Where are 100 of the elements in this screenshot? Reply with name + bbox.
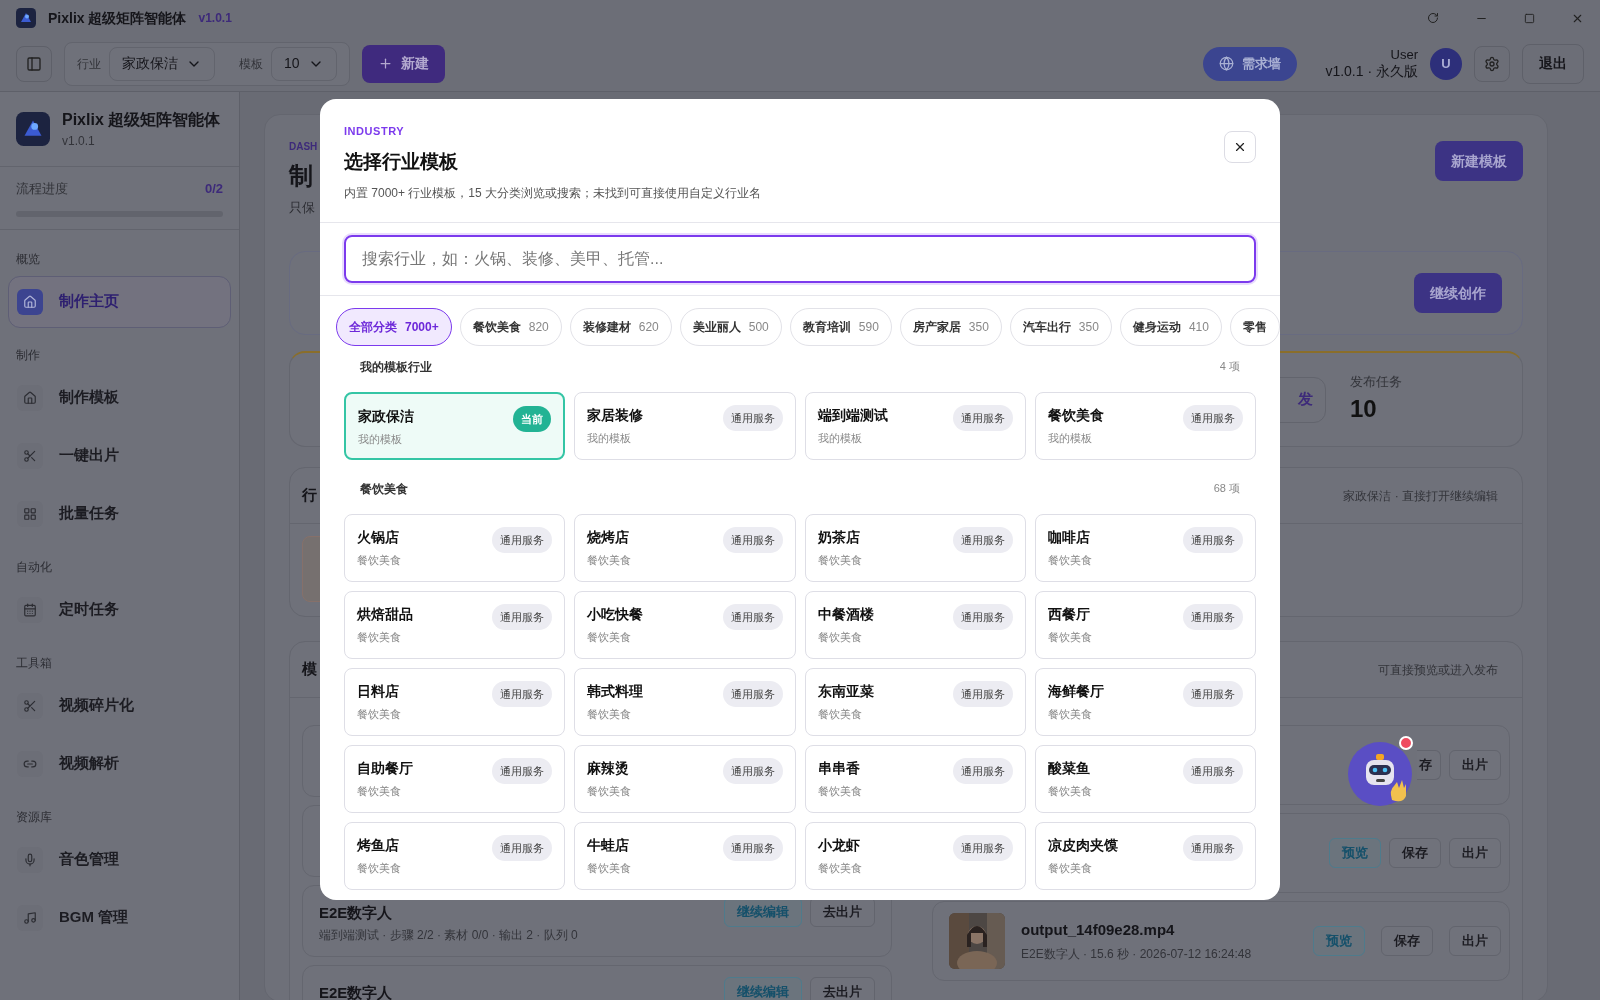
industry-tag: 通用服务 xyxy=(492,527,553,553)
template-dropdown[interactable]: 10 xyxy=(271,46,337,81)
industry-category: 餐饮美食 xyxy=(587,861,632,876)
industry-card[interactable]: 串串香 餐饮美食 通用服务 xyxy=(804,745,1026,813)
category-chip[interactable]: 零售 xyxy=(1229,308,1280,346)
industry-category: 餐饮美食 xyxy=(587,553,632,568)
continue-button[interactable]: 继续创作 xyxy=(1414,273,1502,313)
industry-tag: 通用服务 xyxy=(722,681,783,707)
industry-tag: 通用服务 xyxy=(492,758,553,784)
industry-tag: 通用服务 xyxy=(1183,604,1243,630)
industry-card[interactable]: 烘焙甜品 餐饮美食 通用服务 xyxy=(344,591,566,659)
stat-label: 发布任务 xyxy=(1350,372,1402,391)
dashboard-eyebrow: DASH xyxy=(289,140,318,154)
industry-card[interactable]: 自助餐厅 餐饮美食 通用服务 xyxy=(344,745,566,813)
industry-name: 端到端测试 xyxy=(817,406,888,425)
industry-tag: 当前 xyxy=(513,406,552,432)
sidebar-toggle-button[interactable] xyxy=(16,45,52,82)
demand-wall-button[interactable]: 需求墙 xyxy=(1203,46,1298,81)
category-chip[interactable]: 美业丽人 500 xyxy=(679,308,782,346)
new-template-button[interactable]: 新建模板 xyxy=(1435,141,1523,181)
industry-category: 餐饮美食 xyxy=(1047,861,1093,876)
industry-card[interactable]: 烤鱼店 餐饮美食 通用服务 xyxy=(344,822,566,890)
card-title: 行 xyxy=(302,485,317,506)
maximize-icon[interactable] xyxy=(1524,12,1535,24)
industry-card[interactable]: 火锅店 餐饮美食 通用服务 xyxy=(344,514,566,582)
close-button[interactable] xyxy=(1224,131,1256,163)
industry-card[interactable]: 咖啡店 餐饮美食 通用服务 xyxy=(1034,514,1256,582)
category-chip[interactable]: 装修建材 620 xyxy=(569,308,672,346)
close-icon xyxy=(1233,140,1247,154)
output-filename: output_14f09e28.mp4 xyxy=(1021,919,1176,940)
industry-card[interactable]: 端到端测试 我的模板 通用服务 xyxy=(804,392,1026,460)
industry-name: 酸菜鱼 xyxy=(1047,759,1091,778)
industry-card[interactable]: 海鲜餐厅 餐饮美食 通用服务 xyxy=(1034,668,1256,736)
output-action-button[interactable]: 出片 xyxy=(1449,926,1501,956)
category-chip[interactable]: 汽车出行 350 xyxy=(1009,308,1112,346)
industry-card[interactable]: 中餐酒楼 餐饮美食 通用服务 xyxy=(804,591,1026,659)
industry-tag: 通用服务 xyxy=(1183,681,1243,707)
industry-card[interactable]: 西餐厅 餐饮美食 通用服务 xyxy=(1034,591,1256,659)
output-action-button[interactable]: 出片 xyxy=(1449,838,1501,868)
new-button[interactable]: 新建 xyxy=(361,44,445,83)
industry-card[interactable]: 酸菜鱼 餐饮美食 通用服务 xyxy=(1034,745,1256,813)
output-action-button[interactable]: 出片 xyxy=(1449,750,1501,780)
globe-icon xyxy=(1219,56,1235,71)
logout-button[interactable]: 退出 xyxy=(1522,43,1584,84)
industry-card[interactable]: 家政保洁 我的模板 当前 xyxy=(344,392,566,460)
industry-name: 韩式料理 xyxy=(587,682,644,701)
progress-label: 流程进度 xyxy=(16,180,68,198)
scissors-icon xyxy=(23,448,37,463)
group-count: 4 项 xyxy=(1219,359,1240,374)
output-action-button[interactable]: 存 xyxy=(1417,750,1441,780)
industry-card[interactable]: 麻辣烫 餐饮美食 通用服务 xyxy=(574,745,796,813)
industry-category: 餐饮美食 xyxy=(1047,784,1092,799)
modal-title: 选择行业模板 xyxy=(344,149,459,174)
category-chip[interactable]: 全部分类 7000+ xyxy=(336,308,452,346)
industry-card[interactable]: 牛蛙店 餐饮美食 通用服务 xyxy=(574,822,796,890)
industry-tag: 通用服务 xyxy=(722,405,783,431)
industry-dropdown[interactable]: 家政保洁 xyxy=(109,46,215,81)
category-chip[interactable]: 餐饮美食 820 xyxy=(459,308,562,346)
industry-name: 串串香 xyxy=(817,759,861,778)
industry-category: 餐饮美食 xyxy=(817,553,862,568)
assistant-robot-icon[interactable] xyxy=(1346,734,1414,808)
modal-description: 内置 7000+ 行业模板，15 大分类浏览或搜索；未找到可直接使用自定义行业名 xyxy=(344,185,762,202)
industry-tag: 通用服务 xyxy=(492,681,553,707)
industry-card[interactable]: 日料店 餐饮美食 通用服务 xyxy=(344,668,566,736)
search-field[interactable]: 搜索行业，如：火锅、装修、美甲、托管... xyxy=(344,235,1256,283)
category-chip[interactable]: 房产家居 350 xyxy=(899,308,1002,346)
settings-button[interactable] xyxy=(1474,45,1510,82)
task-meta: 端到端测试 · 步骤 2/2 · 素材 0/0 · 输出 2 · 队列 0 xyxy=(319,927,578,944)
category-chip[interactable]: 健身运动 410 xyxy=(1119,308,1222,346)
user-name: User xyxy=(1390,46,1418,63)
category-chip[interactable]: 教育培训 590 xyxy=(789,308,892,346)
refresh-icon[interactable] xyxy=(1427,12,1439,24)
industry-name: 烘焙甜品 xyxy=(357,605,413,624)
microphone-icon xyxy=(23,852,37,867)
industry-card[interactable]: 凉皮肉夹馍 餐饮美食 通用服务 xyxy=(1034,822,1256,890)
industry-card[interactable]: 家居装修 我的模板 通用服务 xyxy=(574,392,796,460)
industry-category: 餐饮美食 xyxy=(587,784,632,799)
user-avatar[interactable]: U xyxy=(1430,47,1462,80)
section-title: 资源库 xyxy=(15,808,53,826)
industry-card[interactable]: 小吃快餐 餐饮美食 通用服务 xyxy=(574,591,796,659)
section-title: 自动化 xyxy=(15,558,53,576)
industry-tag: 通用服务 xyxy=(952,835,1013,861)
dashboard-title: 制 xyxy=(289,161,314,191)
task-action-button[interactable]: 去出片 xyxy=(810,977,875,1000)
industry-tag: 通用服务 xyxy=(1183,405,1243,431)
calendar-icon xyxy=(23,602,37,617)
task-title: E2E数字人 xyxy=(319,904,394,922)
industry-category: 餐饮美食 xyxy=(357,784,402,799)
industry-card[interactable]: 小龙虾 餐饮美食 通用服务 xyxy=(804,822,1026,890)
settings-icon xyxy=(1484,55,1500,72)
output-action-button[interactable]: 保存 xyxy=(1381,926,1433,956)
industry-name: 家政保洁 xyxy=(358,407,414,426)
industry-card[interactable]: 餐饮美食 我的模板 通用服务 xyxy=(1034,392,1256,460)
industry-card[interactable]: 东南亚菜 餐饮美食 通用服务 xyxy=(804,668,1026,736)
industry-card[interactable]: 奶茶店 餐饮美食 通用服务 xyxy=(804,514,1026,582)
home-icon xyxy=(23,294,37,309)
output-action-button[interactable]: 保存 xyxy=(1389,838,1441,868)
industry-card[interactable]: 韩式料理 餐饮美食 通用服务 xyxy=(574,668,796,736)
industry-card[interactable]: 烧烤店 餐饮美食 通用服务 xyxy=(574,514,796,582)
industry-name: 凉皮肉夹馍 xyxy=(1047,836,1118,855)
